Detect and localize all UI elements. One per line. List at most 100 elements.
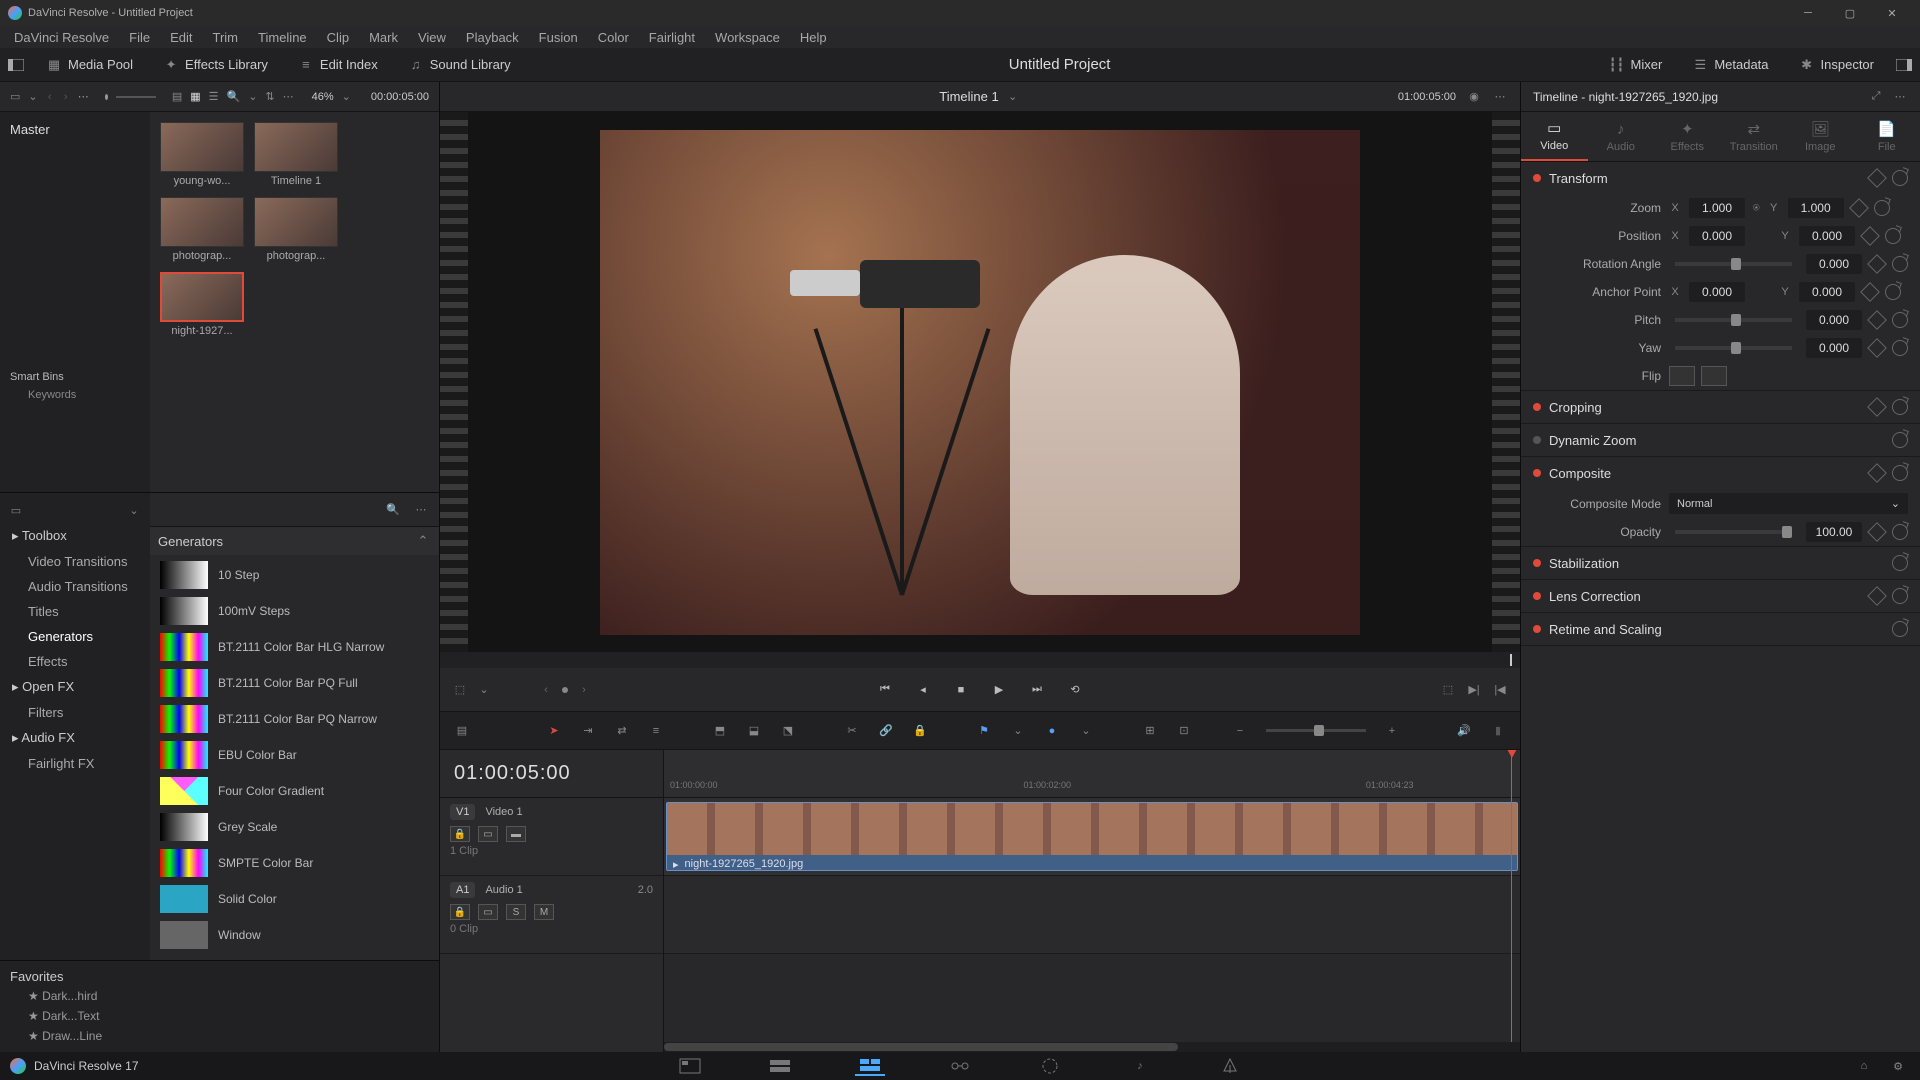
flag-icon[interactable]: ⚑ (976, 723, 992, 739)
reset-icon[interactable] (1892, 312, 1908, 328)
pitch-input[interactable]: 0.000 (1806, 310, 1862, 330)
zoom-x-input[interactable]: 1.000 (1689, 198, 1745, 218)
reset-icon[interactable] (1892, 555, 1908, 571)
more-icon[interactable]: ⋯ (413, 502, 429, 518)
dynamic-zoom-section[interactable]: Dynamic Zoom (1521, 424, 1920, 456)
keyframe-icon[interactable] (1867, 586, 1887, 606)
zoom-y-input[interactable]: 1.000 (1788, 198, 1844, 218)
menu-timeline[interactable]: Timeline (248, 28, 317, 47)
timeline-body[interactable]: 01:00:00:00 01:00:02:00 01:00:04:23 ▸nig… (664, 750, 1520, 1052)
keyframe-icon[interactable] (1867, 522, 1887, 542)
pitch-slider[interactable] (1675, 318, 1792, 322)
fx-tree-item[interactable]: ▸ Audio FX (0, 725, 150, 751)
generator-item[interactable]: 100mV Steps (156, 593, 433, 629)
stabilization-section[interactable]: Stabilization (1521, 547, 1920, 579)
meta-view-icon[interactable]: ▤ (172, 89, 182, 105)
link-selection-icon[interactable]: ⊡ (1176, 723, 1192, 739)
viewer-scrubber[interactable] (440, 652, 1520, 668)
search-icon[interactable]: 🔍 (385, 502, 401, 518)
flip-v-button[interactable] (1701, 366, 1727, 386)
generator-item[interactable]: EBU Color Bar (156, 737, 433, 773)
fx-tree-item[interactable]: ▸ Open FX (0, 674, 150, 700)
zoom-in-icon[interactable]: + (1384, 723, 1400, 739)
go-start-button[interactable]: ⏮ (874, 679, 896, 701)
keyframe-icon[interactable] (1867, 338, 1887, 358)
sort-icon[interactable]: ⇅ (265, 89, 274, 105)
inspector-tab-transition[interactable]: ⇄Transition (1721, 112, 1788, 161)
reset-icon[interactable] (1885, 228, 1901, 244)
opacity-slider[interactable] (1675, 530, 1792, 534)
audio-track-header[interactable]: A1Audio 12.0 🔒 ▭ S M 0 Clip (440, 876, 663, 954)
list-view-icon[interactable]: ☰ (209, 89, 219, 105)
zoom-out-icon[interactable]: − (1232, 723, 1248, 739)
menu-color[interactable]: Color (588, 28, 639, 47)
more-icon[interactable]: ⋯ (1892, 89, 1908, 105)
media-thumb[interactable]: young-wo... (160, 122, 244, 187)
inspector-tab-effects[interactable]: ✦Effects (1654, 112, 1721, 161)
reset-icon[interactable] (1892, 621, 1908, 637)
next-edit-icon[interactable]: › (576, 682, 592, 698)
search-icon[interactable]: 🔍 (227, 89, 241, 105)
keyframe-icon[interactable] (1867, 463, 1887, 483)
generators-group[interactable]: Generators ⌃ (150, 527, 439, 555)
generator-item[interactable]: BT.2111 Color Bar PQ Full (156, 665, 433, 701)
yaw-input[interactable]: 0.000 (1806, 338, 1862, 358)
rotation-input[interactable]: 0.000 (1806, 254, 1862, 274)
menu-edit[interactable]: Edit (160, 28, 202, 47)
cut-page-icon[interactable] (765, 1056, 795, 1076)
fx-tree-item[interactable]: Effects (0, 649, 150, 674)
generator-item[interactable]: Four Color Gradient (156, 773, 433, 809)
step-back-button[interactable]: ◂ (912, 679, 934, 701)
reset-icon[interactable] (1892, 588, 1908, 604)
prev-edit-icon[interactable]: ‹ (538, 682, 554, 698)
reset-icon[interactable] (1892, 170, 1908, 186)
reset-icon[interactable] (1892, 432, 1908, 448)
mute-button[interactable]: M (534, 904, 554, 920)
lock-track-icon[interactable]: 🔒 (450, 904, 470, 920)
flip-h-button[interactable] (1669, 366, 1695, 386)
bypass-icon[interactable]: ◉ (1466, 89, 1482, 105)
chevron-down-icon[interactable]: ⌄ (1010, 723, 1026, 739)
menu-fairlight[interactable]: Fairlight (639, 28, 705, 47)
menu-trim[interactable]: Trim (203, 28, 249, 47)
timeline-scrollbar[interactable] (664, 1042, 1520, 1052)
effects-library-button[interactable]: ✦Effects Library (155, 53, 276, 77)
layout-right-icon[interactable] (1896, 57, 1912, 73)
keyframe-icon[interactable] (1867, 310, 1887, 330)
rotation-slider[interactable] (1675, 262, 1792, 266)
favorites-header[interactable]: Favorites (10, 967, 429, 986)
breadcrumb-dots[interactable]: ⋯ (78, 90, 89, 103)
more-icon[interactable]: ⋯ (1492, 89, 1508, 105)
generator-item[interactable]: 10 Step (156, 557, 433, 593)
retime-section[interactable]: Retime and Scaling (1521, 613, 1920, 645)
inspector-tab-audio[interactable]: ♪Audio (1588, 112, 1655, 161)
expand-icon[interactable]: ⤢ (1868, 89, 1884, 105)
menu-help[interactable]: Help (790, 28, 837, 47)
timeline-clip[interactable]: ▸night-1927265_1920.jpg (666, 802, 1518, 871)
pos-y-input[interactable]: 0.000 (1799, 226, 1855, 246)
generator-item[interactable]: Solid Color (156, 881, 433, 917)
anchor-x-input[interactable]: 0.000 (1689, 282, 1745, 302)
media-page-icon[interactable] (675, 1056, 705, 1076)
reset-icon[interactable] (1892, 524, 1908, 540)
minimize-button[interactable]: ─ (1788, 2, 1828, 24)
keyframe-icon[interactable] (1867, 397, 1887, 417)
match-frame-icon[interactable]: ⬚ (1440, 682, 1456, 698)
auto-select-icon[interactable]: ▭ (478, 826, 498, 842)
keyframe-icon[interactable] (1860, 226, 1880, 246)
replace-icon[interactable]: ⬔ (780, 723, 796, 739)
play-reverse-icon[interactable]: ▶| (1466, 682, 1482, 698)
link-icon[interactable]: 🔗 (878, 723, 894, 739)
fairlight-page-icon[interactable]: ♪ (1125, 1056, 1155, 1076)
generator-item[interactable]: BT.2111 Color Bar PQ Narrow (156, 701, 433, 737)
menu-file[interactable]: File (119, 28, 160, 47)
slider-track[interactable] (116, 96, 156, 98)
go-end-button[interactable]: ⏭ (1026, 679, 1048, 701)
lens-correction-section[interactable]: Lens Correction (1521, 580, 1920, 612)
nav-fwd-icon[interactable]: › (62, 89, 70, 105)
menu-playback[interactable]: Playback (456, 28, 529, 47)
layout-icon[interactable] (8, 57, 24, 73)
menu-workspace[interactable]: Workspace (705, 28, 790, 47)
yaw-slider[interactable] (1675, 346, 1792, 350)
bin-view-icon[interactable]: ▭ (10, 89, 20, 105)
